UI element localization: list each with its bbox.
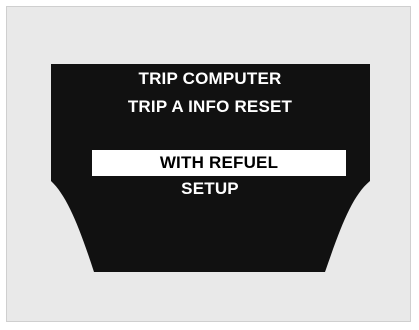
menu-item-label: WITH REFUEL [159,153,279,172]
trip-computer-menu: TRIP COMPUTER TRIP A INFO RESET WITH REF… [51,64,369,274]
menu-item-setup[interactable]: SETUP [51,179,369,199]
menu-title: TRIP COMPUTER [138,69,282,88]
menu-item-with-refuel[interactable]: WITH REFUEL [92,150,346,176]
menu-subtitle: TRIP A INFO RESET [127,97,293,116]
